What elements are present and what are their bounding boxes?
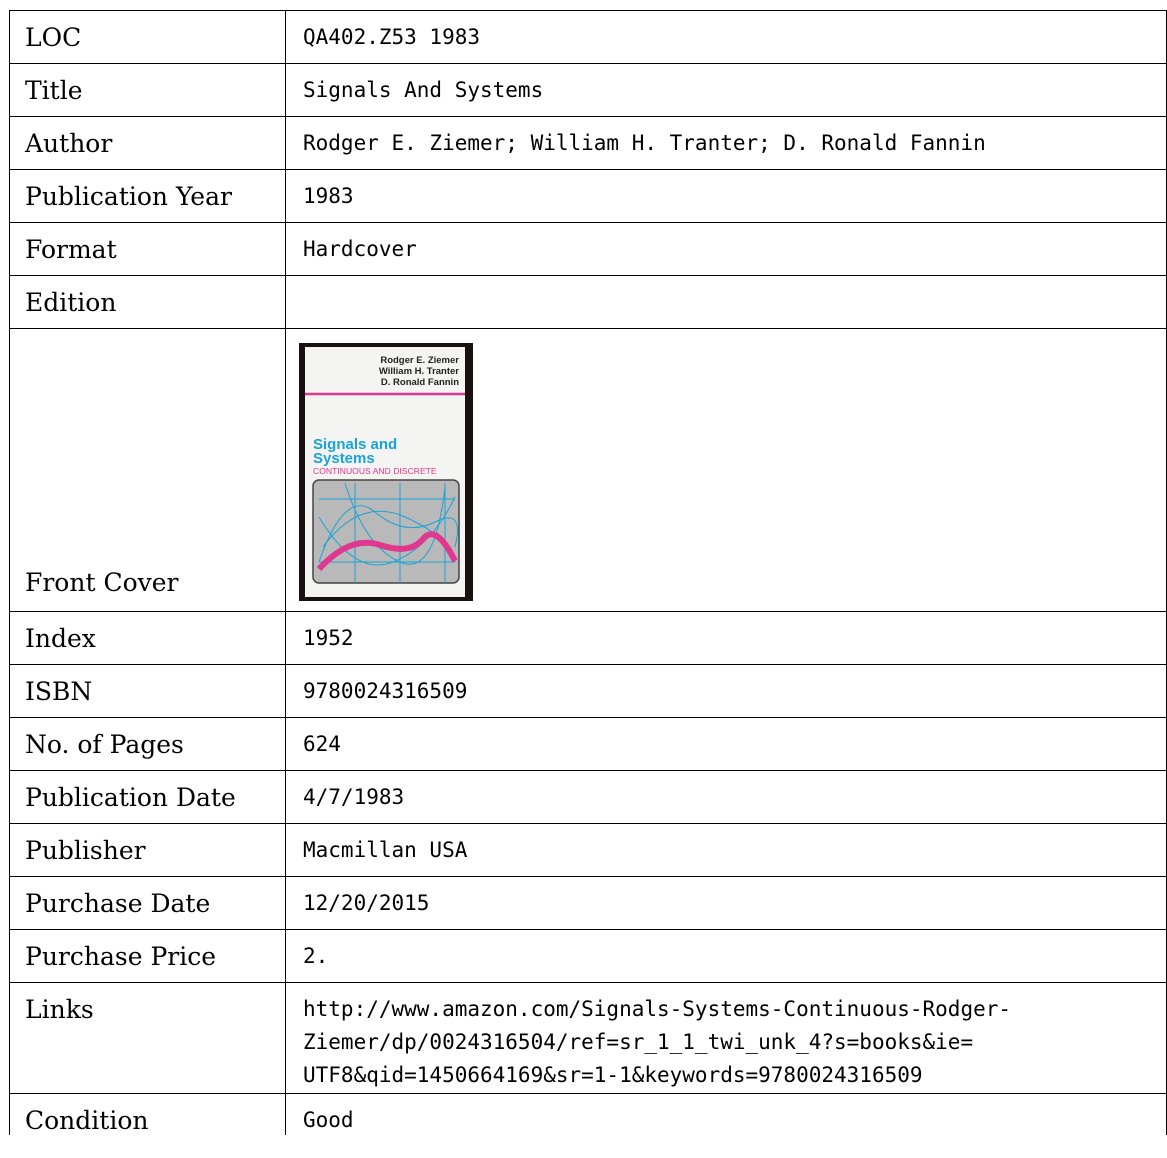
pages-label: No. of Pages <box>9 717 286 771</box>
publisher-label: Publisher <box>9 823 286 877</box>
row-loc: LOC QA402.Z53 1983 <box>9 10 1167 64</box>
pages-value: 624 <box>285 717 1167 771</box>
author-label: Author <box>9 116 286 170</box>
title-label: Title <box>9 63 286 117</box>
cover-author-2: William H. Tranter <box>379 366 459 377</box>
front-cover-label: Front Cover <box>9 328 286 612</box>
row-pages: No. of Pages 624 <box>9 717 1167 771</box>
purchase-price-value: 2. <box>285 929 1167 983</box>
isbn-value: 9780024316509 <box>285 664 1167 718</box>
cover-title-line2: Systems <box>313 450 375 467</box>
cover-subtitle: CONTINUOUS AND DISCRETE <box>313 466 437 476</box>
format-label: Format <box>9 222 286 276</box>
row-author: Author Rodger E. Ziemer; William H. Tran… <box>9 116 1167 170</box>
cover-author-1: Rodger E. Ziemer <box>380 355 459 366</box>
book-cover-face: Rodger E. Ziemer William H. Tranter D. R… <box>305 347 465 597</box>
row-links: Links http://www.amazon.com/Signals-Syst… <box>9 982 1167 1094</box>
edition-value <box>285 275 1167 329</box>
book-record-table: LOC QA402.Z53 1983 Title Signals And Sys… <box>9 10 1167 1135</box>
index-value: 1952 <box>285 611 1167 665</box>
author-value: Rodger E. Ziemer; William H. Tranter; D.… <box>285 116 1167 170</box>
front-cover-cell: Rodger E. Ziemer William H. Tranter D. R… <box>285 328 1167 612</box>
title-value: Signals And Systems <box>285 63 1167 117</box>
row-format: Format Hardcover <box>9 222 1167 276</box>
publisher-value: Macmillan USA <box>285 823 1167 877</box>
link-line-1[interactable]: http://www.amazon.com/Signals-Systems-Co… <box>303 993 1162 1026</box>
book-cover-art: Rodger E. Ziemer William H. Tranter D. R… <box>305 355 465 584</box>
row-publisher: Publisher Macmillan USA <box>9 823 1167 877</box>
purchase-date-label: Purchase Date <box>9 876 286 930</box>
row-publication-year: Publication Year 1983 <box>9 169 1167 223</box>
link-line-2[interactable]: Ziemer/dp/0024316504/ref=sr_1_1_twi_unk_… <box>303 1026 1162 1059</box>
purchase-price-label: Purchase Price <box>9 929 286 983</box>
edition-label: Edition <box>9 275 286 329</box>
book-cover-image: Rodger E. Ziemer William H. Tranter D. R… <box>299 343 473 601</box>
row-edition: Edition <box>9 275 1167 329</box>
publication-date-label: Publication Date <box>9 770 286 824</box>
index-label: Index <box>9 611 286 665</box>
link-line-3[interactable]: UTF8&qid=1450664169&sr=1-1&keywords=9780… <box>303 1059 1162 1092</box>
row-purchase-date: Purchase Date 12/20/2015 <box>9 876 1167 930</box>
condition-label: Condition <box>9 1093 286 1135</box>
row-publication-date: Publication Date 4/7/1983 <box>9 770 1167 824</box>
cover-author-3: D. Ronald Fannin <box>381 377 459 388</box>
row-front-cover: Front Cover Rodger E. Ziemer William H. … <box>9 328 1167 612</box>
publication-date-value: 4/7/1983 <box>285 770 1167 824</box>
isbn-label: ISBN <box>9 664 286 718</box>
row-isbn: ISBN 9780024316509 <box>9 664 1167 718</box>
row-index: Index 1952 <box>9 611 1167 665</box>
publication-year-value: 1983 <box>285 169 1167 223</box>
row-purchase-price: Purchase Price 2. <box>9 929 1167 983</box>
publication-year-label: Publication Year <box>9 169 286 223</box>
links-value[interactable]: http://www.amazon.com/Signals-Systems-Co… <box>285 982 1167 1094</box>
purchase-date-value: 12/20/2015 <box>285 876 1167 930</box>
links-label: Links <box>9 982 286 1094</box>
row-title: Title Signals And Systems <box>9 63 1167 117</box>
format-value: Hardcover <box>285 222 1167 276</box>
condition-value: Good <box>285 1093 1167 1135</box>
loc-value: QA402.Z53 1983 <box>285 10 1167 64</box>
loc-label: LOC <box>9 10 286 64</box>
row-condition: Condition Good <box>9 1093 1167 1135</box>
